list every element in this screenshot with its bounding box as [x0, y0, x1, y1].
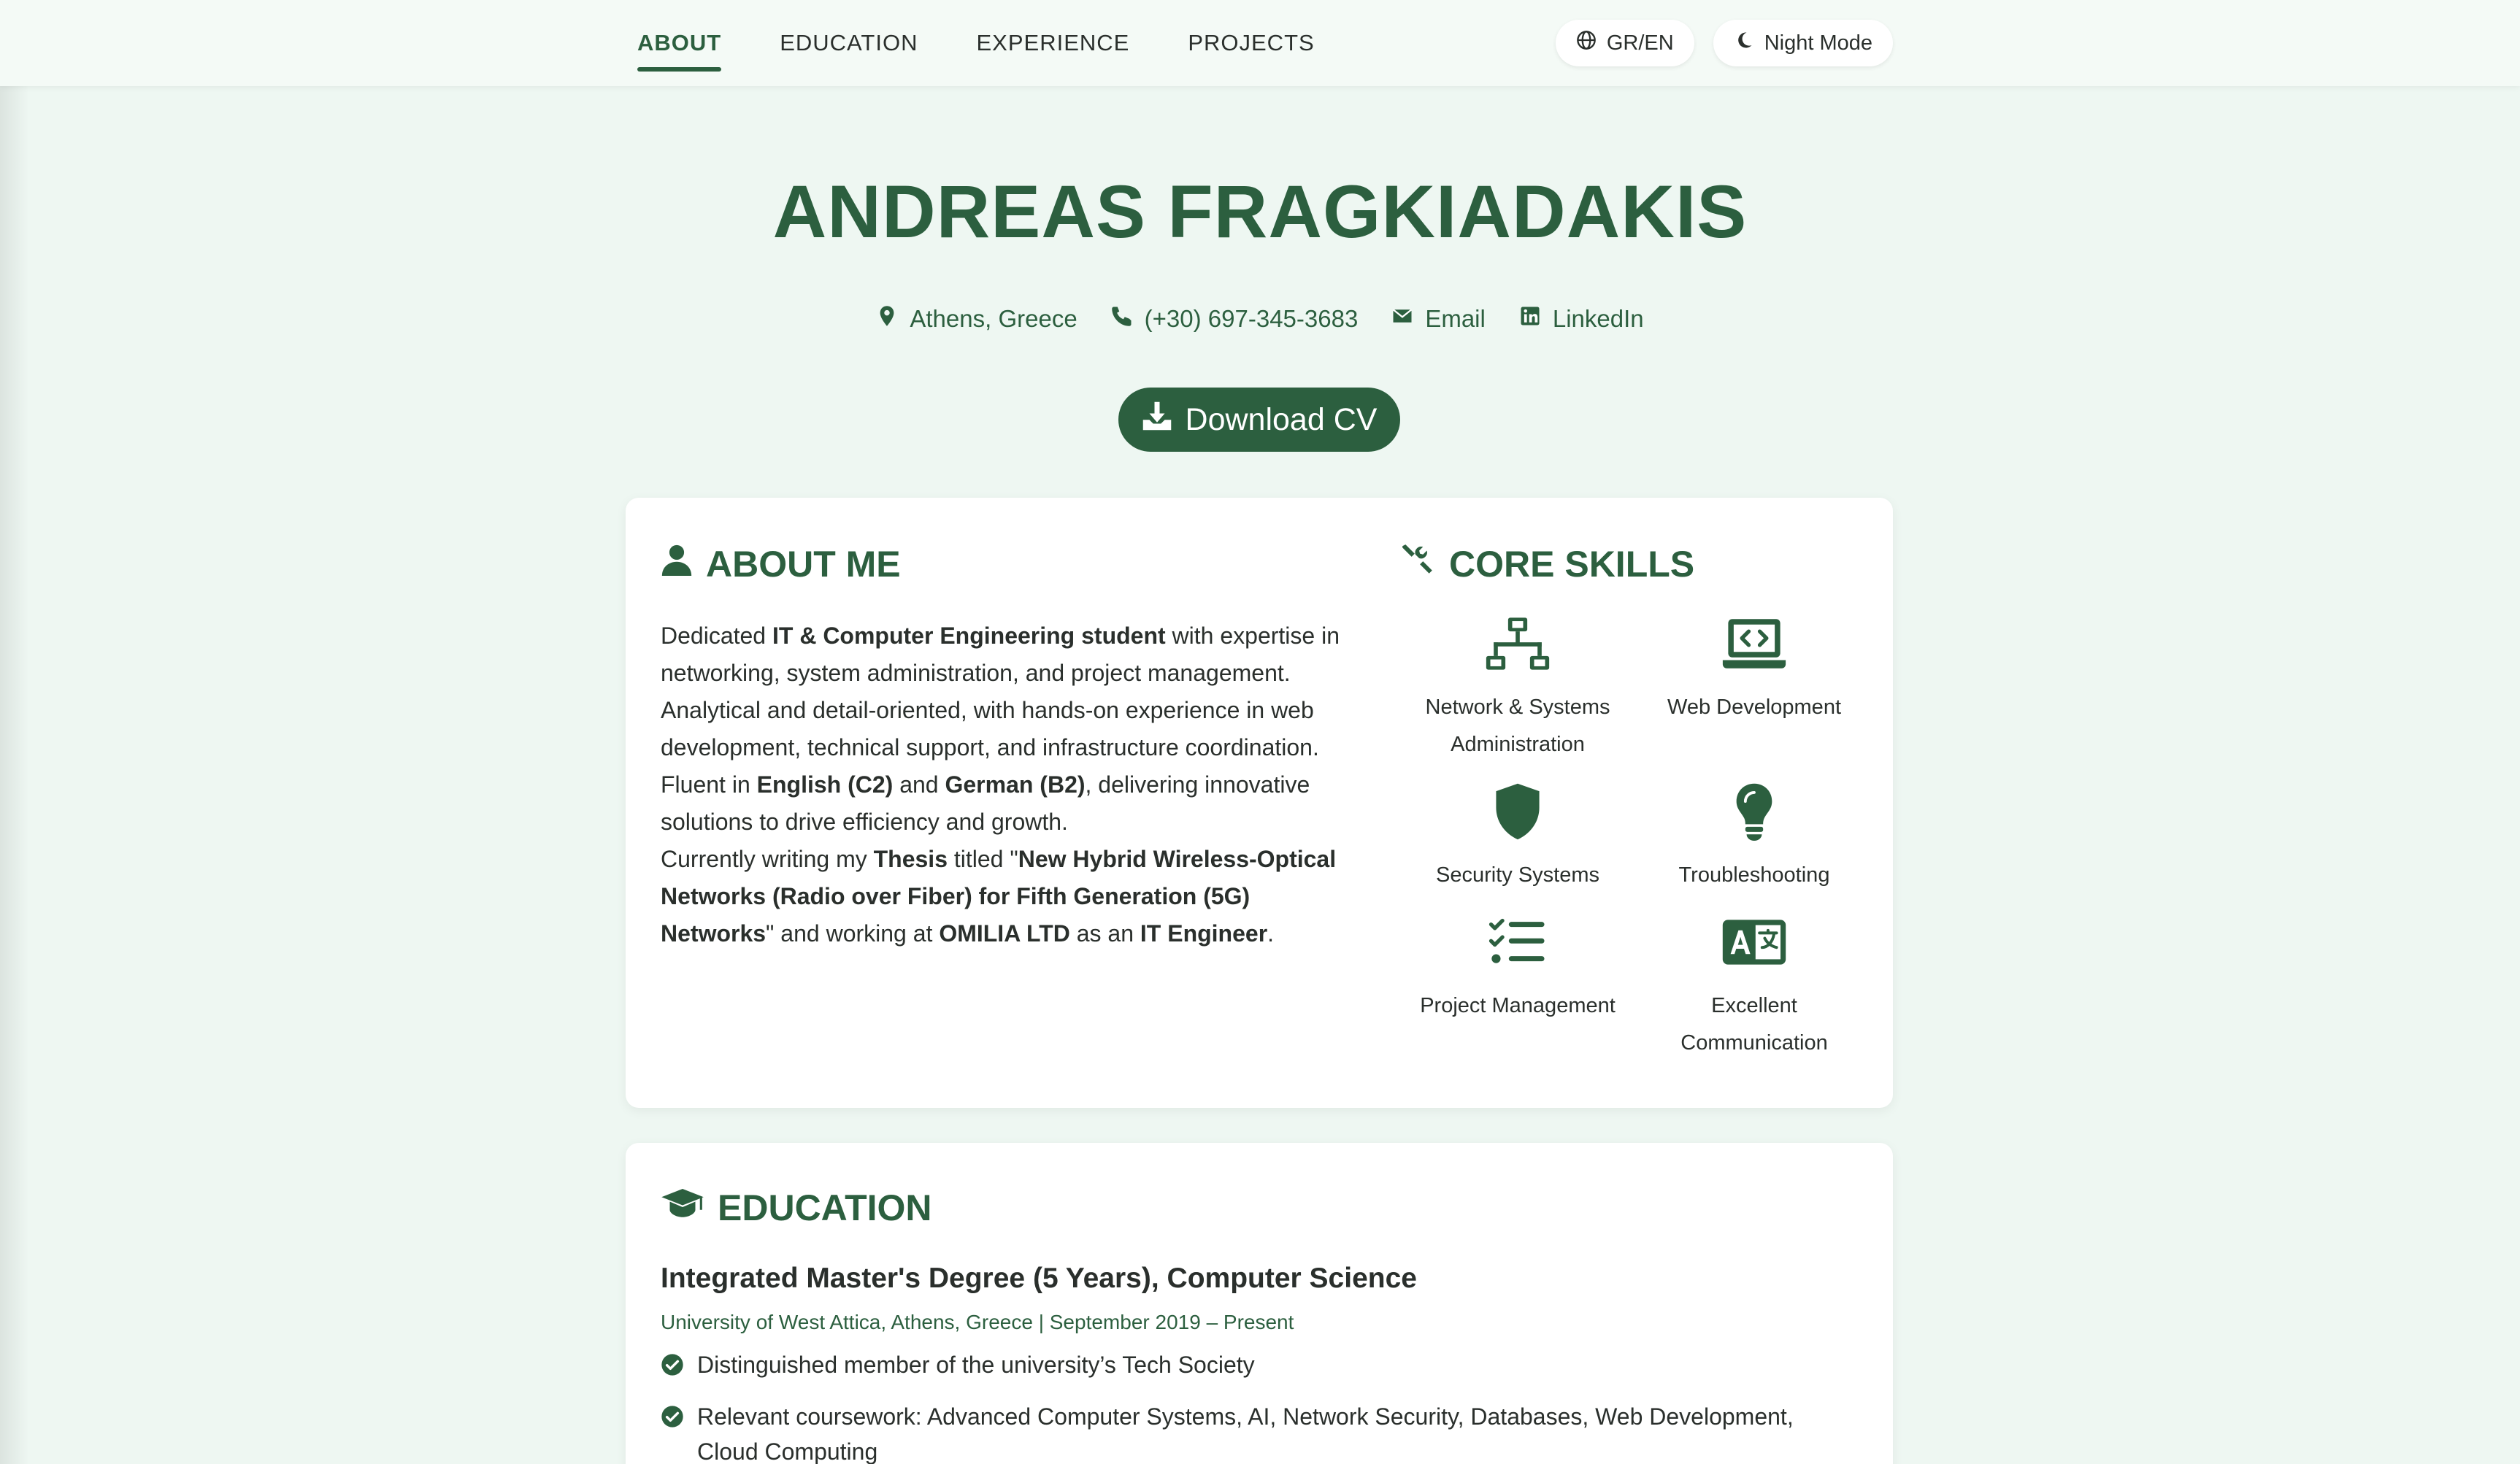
linkedin-text: LinkedIn	[1552, 305, 1644, 332]
night-mode-button[interactable]: Night Mode	[1713, 20, 1893, 66]
bullet-text: Relevant coursework: Advanced Computer S…	[697, 1403, 1794, 1464]
skill-label: Security Systems	[1436, 863, 1599, 887]
skill-web-development: Web Development	[1636, 609, 1872, 763]
contact-linkedin-link[interactable]: LinkedIn	[1519, 305, 1644, 333]
nav-actions: GR/EN Night Mode	[1555, 20, 1893, 66]
user-icon	[661, 542, 693, 587]
shield-icon	[1399, 777, 1636, 847]
phone-icon	[1111, 305, 1133, 333]
skill-label: Troubleshooting	[1678, 863, 1830, 887]
contact-phone[interactable]: (+30) 697-345-3683	[1111, 305, 1359, 333]
map-pin-icon	[876, 305, 898, 333]
top-navbar: ABOUT EDUCATION EXPERIENCE PROJECTS GR/E…	[0, 0, 2520, 86]
list-item: Distinguished member of the university’s…	[661, 1347, 1858, 1386]
skill-communication: Excellent Communication	[1636, 907, 1872, 1062]
about-text-bold: OMILIA LTD	[939, 920, 1070, 947]
about-text-bold: IT Engineer	[1140, 920, 1268, 947]
contact-row: Athens, Greece (+30) 697-345-3683 Email …	[0, 305, 2520, 333]
about-text-segment: Currently writing my	[661, 846, 874, 872]
degree-institution-dates: University of West Attica, Athens, Greec…	[661, 1311, 1294, 1333]
about-section: ABOUT ME Dedicated IT & Computer Enginee…	[661, 542, 1340, 952]
contact-location: Athens, Greece	[876, 305, 1077, 333]
about-heading: ABOUT ME	[661, 542, 1340, 587]
page-title: ANDREAS FRAGKIADAKIS	[772, 170, 1748, 253]
language-toggle-label: GR/EN	[1606, 31, 1674, 55]
nav-link-projects[interactable]: PROJECTS	[1188, 0, 1314, 86]
skill-security: Security Systems	[1399, 777, 1636, 894]
linkedin-icon	[1519, 305, 1541, 333]
download-icon	[1142, 401, 1172, 439]
skill-project-management: Project Management	[1399, 907, 1636, 1062]
navbar-inner: ABOUT EDUCATION EXPERIENCE PROJECTS GR/E…	[626, 0, 1893, 86]
download-cv-label: Download CV	[1185, 401, 1378, 437]
email-text: Email	[1425, 305, 1486, 332]
skill-label: Web Development	[1667, 696, 1842, 719]
phone-text: (+30) 697-345-3683	[1144, 305, 1359, 332]
skills-grid: Network & Systems Administration Web Dev…	[1399, 609, 1867, 1062]
education-card: EDUCATION Integrated Master's Degree (5 …	[626, 1143, 1893, 1464]
education-heading: EDUCATION	[661, 1187, 1858, 1229]
graduation-cap-icon	[661, 1187, 704, 1229]
about-text-segment: titled "	[947, 846, 1018, 872]
location-text: Athens, Greece	[910, 305, 1077, 332]
list-check-icon	[1399, 907, 1636, 977]
about-text-bold: German (B2)	[945, 771, 1086, 798]
education-heading-text: EDUCATION	[718, 1187, 932, 1228]
language-toggle-button[interactable]: GR/EN	[1555, 20, 1694, 66]
check-circle-icon	[661, 1399, 684, 1464]
laptop-code-icon	[1636, 609, 1872, 679]
lightbulb-icon	[1636, 777, 1872, 847]
skill-label: Network & Systems Administration	[1425, 696, 1610, 756]
contact-email-link[interactable]: Email	[1391, 305, 1486, 333]
check-circle-icon	[661, 1347, 684, 1386]
about-card: ABOUT ME Dedicated IT & Computer Enginee…	[626, 498, 1893, 1108]
download-cv-button[interactable]: Download CV	[1118, 388, 1400, 452]
envelope-icon	[1391, 305, 1413, 333]
skills-heading: CORE SKILLS	[1399, 542, 1867, 587]
degree-title: Integrated Master's Degree (5 Years), Co…	[661, 1263, 1417, 1294]
nav-links: ABOUT EDUCATION EXPERIENCE PROJECTS	[637, 0, 1315, 86]
network-icon	[1399, 609, 1636, 679]
education-section: EDUCATION Integrated Master's Degree (5 …	[661, 1187, 1858, 1464]
skill-label: Project Management	[1420, 994, 1616, 1017]
skills-section: CORE SKILLS Network & Systems Administra…	[1399, 542, 1867, 1062]
moon-icon	[1734, 30, 1754, 56]
nav-link-experience[interactable]: EXPERIENCE	[976, 0, 1129, 86]
about-text-segment: " and working at	[766, 920, 940, 947]
about-text-segment: and	[893, 771, 945, 798]
about-text-bold: IT & Computer Engineering student	[772, 623, 1166, 649]
tools-icon	[1399, 542, 1436, 587]
about-text-bold: English (C2)	[756, 771, 894, 798]
globe-icon	[1576, 30, 1597, 56]
skill-troubleshooting: Troubleshooting	[1636, 777, 1872, 894]
skill-label: Excellent Communication	[1680, 994, 1828, 1055]
about-text-bold: Thesis	[873, 846, 948, 872]
skills-heading-text: CORE SKILLS	[1449, 544, 1695, 585]
education-bullets: Distinguished member of the university’s…	[661, 1347, 1858, 1464]
about-heading-text: ABOUT ME	[706, 544, 901, 585]
about-paragraph: Dedicated IT & Computer Engineering stud…	[661, 617, 1340, 952]
list-item: Relevant coursework: Advanced Computer S…	[661, 1399, 1858, 1464]
night-mode-label: Night Mode	[1764, 31, 1872, 55]
bullet-text: Distinguished member of the university’s…	[697, 1352, 1255, 1378]
nav-link-about[interactable]: ABOUT	[637, 0, 722, 86]
about-text-segment: Dedicated	[661, 623, 772, 649]
about-text-segment: as an	[1069, 920, 1140, 947]
skill-network: Network & Systems Administration	[1399, 609, 1636, 763]
about-text-segment: .	[1267, 920, 1275, 947]
language-icon	[1636, 907, 1872, 977]
nav-link-education[interactable]: EDUCATION	[780, 0, 918, 86]
